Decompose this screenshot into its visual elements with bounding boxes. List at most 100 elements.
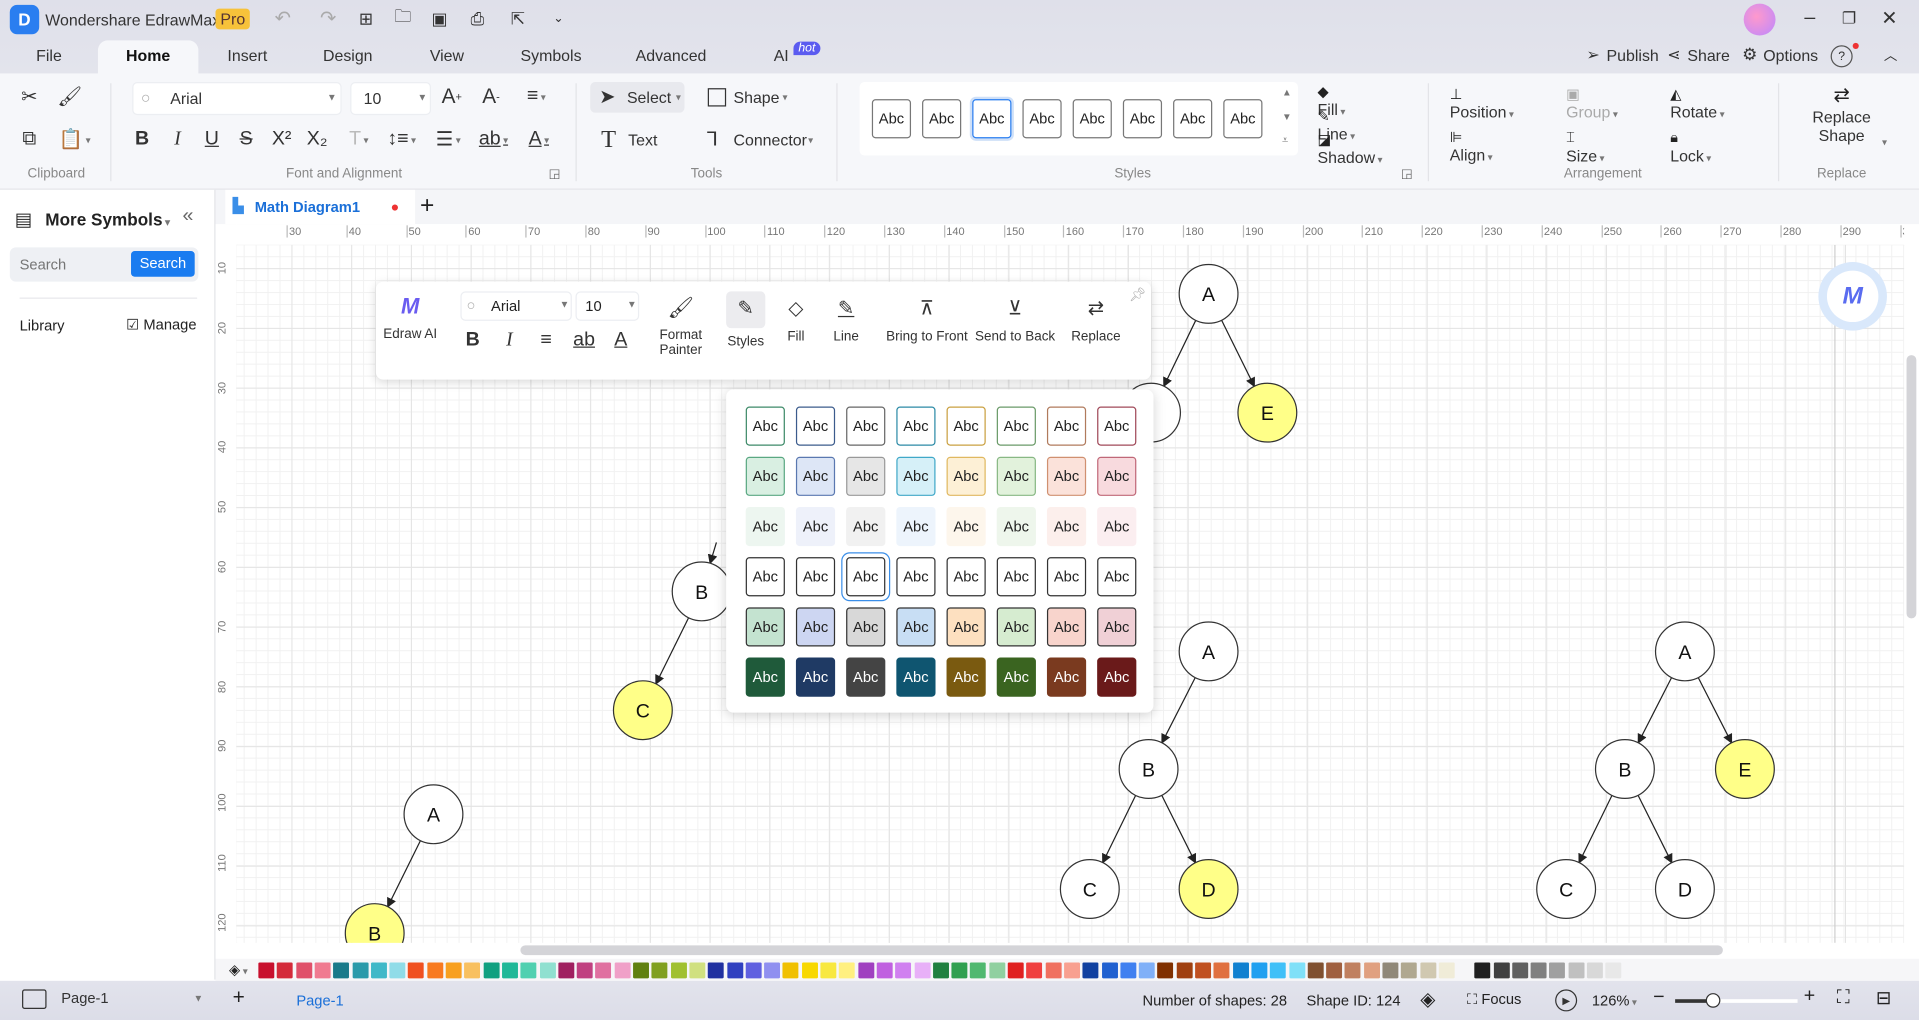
color-swatch[interactable] (1213, 962, 1230, 979)
styles-button[interactable]: ✎ Styles (726, 291, 766, 349)
fill-color-picker-icon[interactable]: ◈ ▾ (229, 961, 248, 978)
color-swatch[interactable] (1120, 962, 1137, 979)
float-size-select[interactable]: 10 ▼ (575, 291, 640, 321)
style-option[interactable]: Abc (795, 557, 836, 597)
color-swatch[interactable] (989, 962, 1005, 979)
color-swatch[interactable] (558, 962, 575, 979)
style-option[interactable]: Abc (745, 456, 785, 496)
color-swatch[interactable] (1586, 962, 1603, 979)
page-select[interactable]: Page-1 ▼ (61, 989, 203, 1006)
style-option[interactable]: Abc (846, 506, 886, 547)
style-option[interactable]: Abc (846, 456, 886, 496)
style-option[interactable]: Abc (1046, 456, 1087, 496)
italic-icon[interactable]: I (500, 328, 520, 352)
style-option[interactable]: Abc (846, 657, 886, 697)
align-icon[interactable]: ≡ (536, 328, 556, 352)
tree-edge[interactable] (1102, 795, 1137, 864)
color-swatch[interactable] (1157, 962, 1174, 979)
fit-page-icon[interactable]: ⛶ (1837, 987, 1850, 1008)
style-option[interactable]: Abc (1046, 607, 1087, 647)
style-option[interactable]: Abc (946, 607, 986, 647)
style-option[interactable]: Abc (946, 506, 986, 547)
color-swatch[interactable] (1438, 962, 1455, 979)
tree-edge[interactable] (1163, 320, 1197, 388)
color-swatch[interactable] (258, 962, 275, 979)
zoom-out-icon[interactable]: − (1653, 987, 1664, 1009)
layers-icon[interactable]: ◈ (1420, 987, 1435, 1011)
style-option[interactable]: Abc (1097, 607, 1137, 647)
tree-edge[interactable] (1637, 794, 1673, 864)
zoom-slider-handle[interactable] (1705, 993, 1721, 1008)
color-swatch[interactable] (539, 962, 556, 979)
color-swatch[interactable] (764, 962, 781, 979)
color-swatch[interactable] (595, 962, 612, 979)
replace-button[interactable]: ⇄ Replace (1069, 296, 1123, 344)
style-option[interactable]: Abc (846, 406, 886, 446)
color-swatch[interactable] (370, 962, 387, 979)
color-swatch[interactable] (1045, 962, 1062, 979)
color-swatch[interactable] (839, 962, 856, 979)
color-swatch[interactable] (670, 962, 687, 979)
color-swatch[interactable] (1307, 962, 1324, 979)
style-option[interactable]: Abc (896, 557, 936, 597)
bold-icon[interactable]: B (463, 328, 483, 352)
style-option[interactable]: Abc (996, 406, 1036, 446)
font-color-icon[interactable]: A (611, 328, 631, 352)
style-option[interactable]: Abc (745, 657, 785, 697)
play-icon[interactable]: ▶ (1555, 989, 1578, 1012)
color-swatch[interactable] (483, 962, 500, 979)
style-option[interactable]: Abc (1097, 557, 1137, 597)
style-option[interactable]: Abc (795, 607, 836, 647)
color-swatch[interactable] (1063, 962, 1080, 979)
style-option[interactable]: Abc (745, 557, 785, 597)
page-tab[interactable]: Page-1 (296, 992, 343, 1009)
style-option[interactable]: Abc (745, 607, 785, 647)
color-swatch[interactable] (1195, 962, 1212, 979)
style-option[interactable]: Abc (1046, 657, 1087, 697)
color-swatch[interactable] (651, 962, 668, 979)
tree-edge[interactable] (1697, 677, 1733, 744)
style-option[interactable]: Abc (1097, 406, 1137, 446)
color-swatch[interactable] (408, 962, 425, 979)
tree-edge[interactable] (387, 840, 421, 908)
style-option[interactable]: Abc (946, 406, 986, 446)
color-swatch[interactable] (707, 962, 724, 979)
color-swatch[interactable] (1251, 962, 1268, 979)
style-option[interactable]: Abc (946, 557, 986, 597)
color-swatch[interactable] (951, 962, 968, 979)
color-swatch[interactable] (932, 962, 949, 979)
style-option[interactable]: Abc (1097, 456, 1137, 496)
color-swatch[interactable] (1363, 962, 1380, 979)
style-option[interactable]: Abc (896, 456, 936, 496)
style-option[interactable]: Abc (1097, 657, 1137, 697)
color-swatch[interactable] (576, 962, 593, 979)
style-option[interactable]: Abc (1046, 406, 1087, 446)
color-swatch[interactable] (1401, 962, 1418, 979)
style-option[interactable]: Abc (1046, 557, 1087, 597)
color-swatch[interactable] (1270, 962, 1286, 979)
color-swatch[interactable] (1568, 962, 1585, 979)
style-option[interactable]: Abc (1097, 506, 1137, 547)
style-option[interactable]: Abc (846, 557, 886, 597)
highlight-icon[interactable]: ab (573, 328, 595, 352)
bring-to-front-button[interactable]: ⊼ Bring to Front (883, 296, 971, 344)
color-swatch[interactable] (1605, 962, 1622, 979)
send-to-back-button[interactable]: ⊻ Send to Back (972, 296, 1058, 344)
vertical-scrollbar[interactable] (1906, 355, 1917, 619)
color-swatch[interactable] (1326, 962, 1343, 979)
color-swatch[interactable] (1549, 962, 1566, 979)
style-option[interactable]: Abc (896, 506, 936, 547)
tree-edge[interactable] (1221, 319, 1255, 388)
style-option[interactable]: Abc (795, 506, 836, 547)
color-swatch[interactable] (914, 962, 931, 979)
color-swatch[interactable] (1530, 962, 1547, 979)
style-option[interactable]: Abc (1046, 506, 1087, 547)
style-option[interactable]: Abc (946, 657, 986, 697)
color-swatch[interactable] (1419, 962, 1436, 979)
color-swatch[interactable] (782, 962, 799, 979)
color-swatch[interactable] (633, 962, 649, 979)
format-painter-button[interactable]: 🖌 Format Painter (653, 296, 709, 357)
focus-button[interactable]: ⛶ Focus (1467, 991, 1521, 1009)
style-option[interactable]: Abc (896, 607, 936, 647)
color-swatch[interactable] (876, 962, 893, 979)
